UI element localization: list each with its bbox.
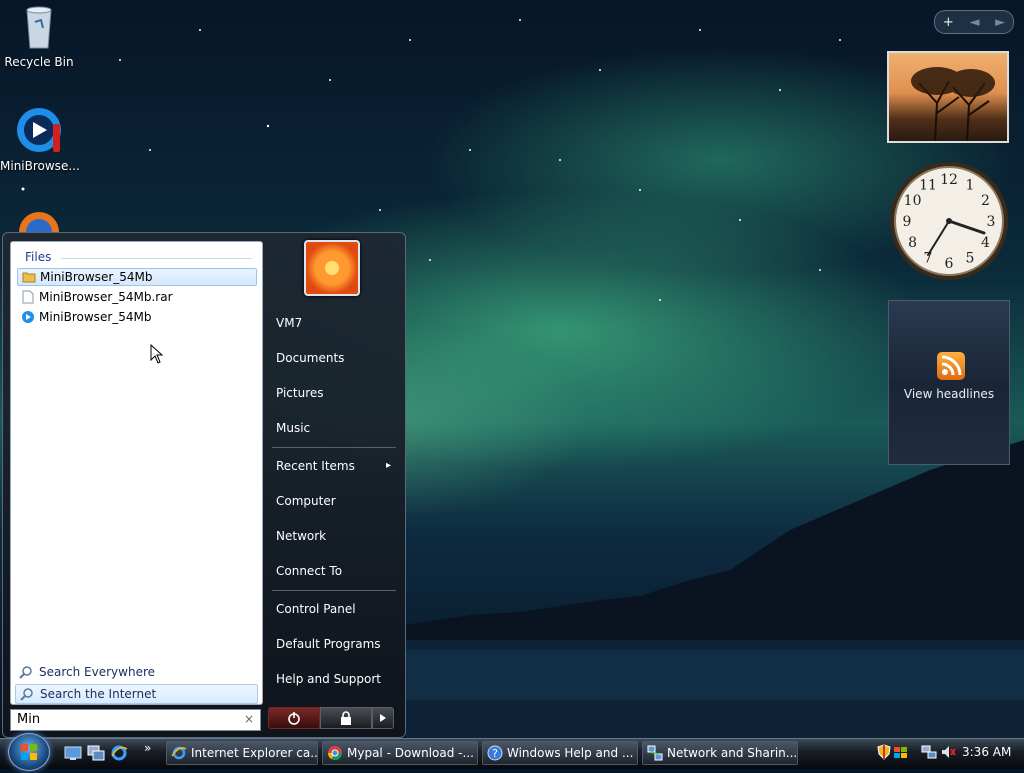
start-item-computer[interactable]: Computer <box>276 492 336 510</box>
chrome-icon <box>328 746 342 760</box>
clock-numeral: 7 <box>924 250 933 266</box>
start-menu-divider <box>272 590 396 591</box>
tree-photo <box>911 67 995 142</box>
view-headlines-label[interactable]: View headlines <box>889 387 1009 401</box>
result-item-label: MiniBrowser_54Mb.rar <box>39 290 173 304</box>
taskbar-button-windows-help[interactable]: ? Windows Help and ... <box>482 741 638 765</box>
submenu-arrow-icon: ▸ <box>386 460 392 471</box>
search-internet-label: Search the Internet <box>40 687 157 701</box>
start-menu-divider <box>272 447 396 448</box>
start-item-network[interactable]: Network <box>276 527 326 545</box>
power-button[interactable] <box>268 707 320 729</box>
taskbar-button-label: Mypal - Download -... <box>347 746 474 760</box>
start-item-default-programs[interactable]: Default Programs <box>276 635 381 653</box>
security-shield-icon[interactable] <box>876 744 892 760</box>
folder-icon <box>22 272 36 283</box>
network-icon <box>647 745 663 761</box>
taskbar-button-internet-explorer[interactable]: Internet Explorer ca... <box>166 741 318 765</box>
start-item-pictures[interactable]: Pictures <box>276 384 324 402</box>
start-item-help-and-support[interactable]: Help and Support <box>276 670 381 688</box>
clock-numeral: 6 <box>945 256 954 272</box>
slideshow-gadget[interactable] <box>887 51 1009 143</box>
result-item[interactable]: MiniBrowser_54Mb.rar <box>17 288 257 306</box>
start-item-user[interactable]: VM7 <box>276 314 302 332</box>
taskbar-button-label: Network and Sharin... <box>667 746 798 760</box>
switch-windows-icon[interactable] <box>87 744 105 762</box>
search-everywhere-link[interactable]: Search Everywhere <box>15 662 258 682</box>
document-icon <box>22 290 34 304</box>
firefox-icon[interactable] <box>16 212 62 232</box>
shutdown-options-button[interactable] <box>372 707 394 729</box>
clock-numeral: 12 <box>940 172 958 188</box>
add-gadget-button[interactable]: + <box>943 15 954 30</box>
minibrowser-app-icon <box>22 311 34 323</box>
clock-numeral: 9 <box>903 214 912 230</box>
clock-numeral: 8 <box>908 235 917 251</box>
result-item[interactable]: MiniBrowser_54Mb <box>17 268 257 286</box>
taskbar-clock[interactable]: 3:36 AM <box>962 745 1011 759</box>
clock-numeral: 1 <box>966 178 975 194</box>
clock-numeral: 3 <box>987 214 996 230</box>
next-page-button[interactable]: ► <box>995 15 1005 30</box>
files-divider <box>61 258 252 259</box>
windows-update-icon[interactable] <box>893 744 909 760</box>
start-item-recent-items[interactable]: Recent Items <box>276 457 355 475</box>
start-item-music[interactable]: Music <box>276 419 310 437</box>
show-desktop-icon[interactable] <box>64 744 82 762</box>
desktop-icon-label: Recycle Bin <box>4 55 74 69</box>
feed-headlines-gadget[interactable]: View headlines <box>888 300 1010 465</box>
arrow-right-icon <box>380 714 386 722</box>
search-internet-link[interactable]: Search the Internet <box>15 684 258 704</box>
taskbar-button-label: Windows Help and ... <box>507 746 634 760</box>
start-item-documents[interactable]: Documents <box>276 349 344 367</box>
clear-search-button[interactable]: × <box>244 712 254 726</box>
sidebar-controls: + ◄ ► <box>934 10 1014 34</box>
files-heading: Files <box>25 250 52 264</box>
user-picture[interactable] <box>304 240 360 296</box>
clock-gadget[interactable]: 12 12 3 45678 9 1011 <box>888 160 1010 282</box>
lock-icon <box>341 711 351 725</box>
mouse-cursor-icon <box>150 344 164 364</box>
help-icon: ? <box>487 745 503 761</box>
network-status-icon[interactable] <box>921 744 937 760</box>
clock-numeral: 2 <box>981 193 990 209</box>
start-search-input[interactable]: Min × <box>10 709 261 731</box>
svg-text:?: ? <box>492 747 498 760</box>
search-everywhere-label: Search Everywhere <box>39 665 155 679</box>
desktop-icon-recycle-bin[interactable]: Recycle Bin <box>0 2 78 69</box>
search-icon <box>19 666 32 679</box>
start-menu-results-pane: Files MiniBrowser_54Mb MiniBrowser_54Mb.… <box>10 241 263 705</box>
previous-page-button[interactable]: ◄ <box>969 15 979 30</box>
power-controls <box>268 707 394 729</box>
minibrowser-app-icon <box>17 108 61 152</box>
clock-numeral: 11 <box>919 178 937 194</box>
result-item-label: MiniBrowser_54Mb <box>39 310 152 324</box>
search-icon <box>20 688 33 701</box>
quick-launch-overflow-button[interactable]: » <box>144 741 151 755</box>
recycle-bin-icon <box>26 6 52 49</box>
clock-numeral: 4 <box>981 235 990 251</box>
start-item-control-panel[interactable]: Control Panel <box>276 600 356 618</box>
start-button[interactable] <box>8 733 50 771</box>
start-menu: Files MiniBrowser_54Mb MiniBrowser_54Mb.… <box>2 232 406 738</box>
search-input-value: Min <box>17 712 41 727</box>
result-item-label: MiniBrowser_54Mb <box>40 270 153 284</box>
windows-logo-icon <box>21 744 37 760</box>
desktop-icon-label: MiniBrowse... <box>0 159 80 173</box>
volume-muted-icon[interactable] <box>940 744 956 760</box>
start-item-connect-to[interactable]: Connect To <box>276 562 342 580</box>
power-icon <box>288 712 300 725</box>
rss-feed-icon <box>937 352 965 380</box>
internet-explorer-icon[interactable] <box>110 744 128 762</box>
ie-icon <box>171 746 187 760</box>
taskbar-button-mypal[interactable]: Mypal - Download -... <box>322 741 478 765</box>
result-item[interactable]: MiniBrowser_54Mb <box>17 308 257 326</box>
taskbar-button-label: Internet Explorer ca... <box>191 746 318 760</box>
lock-button[interactable] <box>320 707 372 729</box>
clock-numeral: 5 <box>966 250 975 266</box>
clock-numeral: 10 <box>904 193 922 209</box>
desktop-icon-minibrowser[interactable]: MiniBrowse... <box>0 106 80 173</box>
taskbar-button-network-sharing[interactable]: Network and Sharin... <box>642 741 798 765</box>
